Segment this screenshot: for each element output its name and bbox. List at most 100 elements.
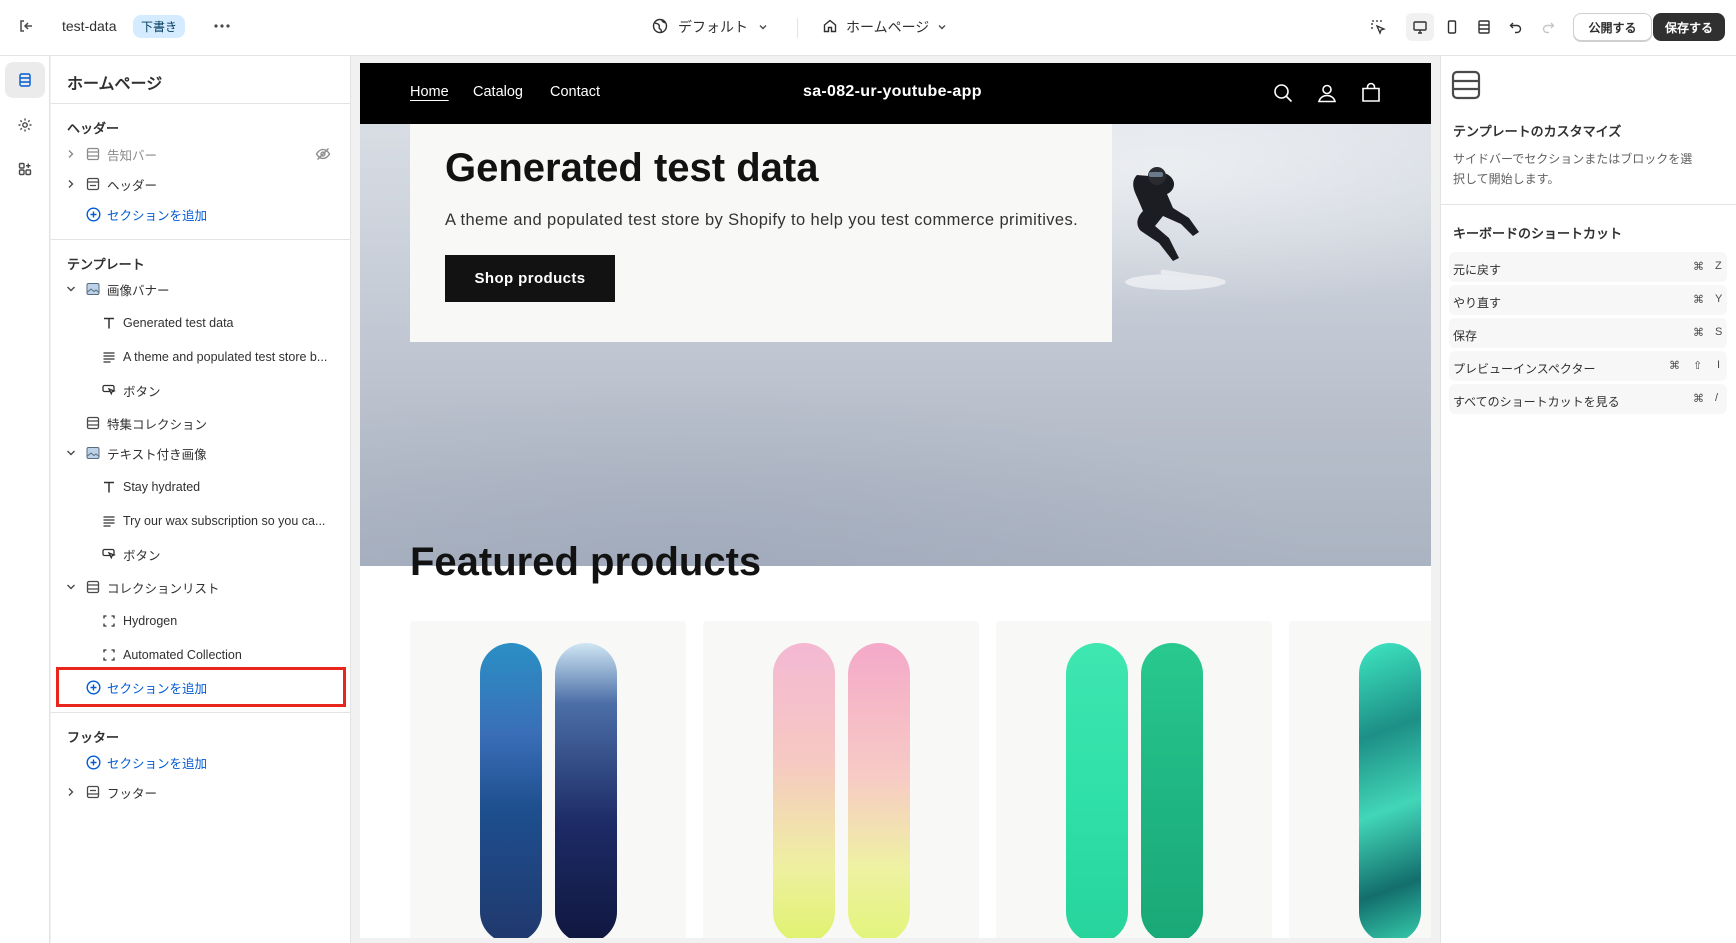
shortcut-key: ⌘ bbox=[1693, 393, 1704, 405]
mobile-view-icon[interactable] bbox=[1438, 13, 1466, 41]
search-icon[interactable] bbox=[1271, 81, 1295, 105]
top-bar: test-data 下書き デフォルト ホームページ 公開する 保存する bbox=[0, 0, 1736, 56]
snowboard-image bbox=[1141, 643, 1203, 938]
image-icon bbox=[85, 281, 101, 297]
shortcut-row: 元に戻す ⌘ Z bbox=[1449, 252, 1727, 282]
product-card[interactable] bbox=[410, 621, 686, 938]
shortcut-key: S bbox=[1715, 326, 1723, 338]
sections-icon[interactable] bbox=[5, 62, 45, 98]
sections-sidebar: ホームページ ヘッダー 告知バー ヘッダー セクションを追加 テンプレート 画像… bbox=[51, 56, 351, 943]
block-collection[interactable]: Hydrogen bbox=[51, 607, 351, 635]
block-label: Generated test data bbox=[123, 316, 234, 330]
text-heading-icon bbox=[101, 479, 117, 495]
add-section-header-button[interactable]: セクションを追加 bbox=[51, 200, 351, 228]
text-paragraph-icon bbox=[101, 513, 117, 529]
theme-selector[interactable]: デフォルト bbox=[652, 14, 768, 40]
divider bbox=[797, 18, 798, 38]
block-heading[interactable]: Generated test data bbox=[51, 309, 351, 337]
block-collection[interactable]: Automated Collection bbox=[51, 641, 351, 669]
section-label: フッター bbox=[107, 786, 158, 801]
shortcut-key: / bbox=[1715, 392, 1719, 404]
theme-selector-label: デフォルト bbox=[678, 19, 748, 35]
nav-link-home[interactable]: Home bbox=[410, 84, 449, 100]
save-button[interactable]: 保存する bbox=[1653, 13, 1725, 41]
block-text[interactable]: A theme and populated test store b... bbox=[51, 343, 351, 371]
nav-link-catalog[interactable]: Catalog bbox=[473, 84, 523, 100]
block-text[interactable]: Try our wax subscription so you ca... bbox=[51, 507, 351, 535]
sidebar-title: ホームページ bbox=[67, 76, 163, 93]
section-image-with-text[interactable]: テキスト付き画像 bbox=[51, 439, 351, 467]
section-footer[interactable]: フッター bbox=[51, 778, 351, 806]
divider bbox=[51, 239, 351, 240]
page-selector-label: ホームページ bbox=[846, 19, 930, 35]
hero-subheading: A theme and populated test store by Shop… bbox=[445, 211, 1079, 229]
icon-rail bbox=[0, 56, 50, 943]
highlight-annotation bbox=[56, 667, 346, 707]
chevron-right-icon[interactable] bbox=[64, 177, 78, 191]
block-heading[interactable]: Stay hydrated bbox=[51, 473, 351, 501]
block-label: Automated Collection bbox=[123, 648, 242, 662]
divider bbox=[1441, 204, 1736, 205]
shortcut-key: ⌘ bbox=[1693, 261, 1704, 273]
section-label: 告知バー bbox=[107, 148, 158, 163]
store-brand[interactable]: sa-082-ur-youtube-app bbox=[803, 83, 982, 101]
nav-link-contact[interactable]: Contact bbox=[550, 84, 600, 100]
chevron-down-icon bbox=[937, 19, 947, 35]
shortcut-label: 保存 bbox=[1453, 329, 1478, 343]
inspector-icon[interactable] bbox=[1364, 13, 1392, 41]
snowboard-image bbox=[1359, 643, 1421, 938]
plus-circle-icon bbox=[85, 754, 101, 770]
globe-icon bbox=[652, 18, 668, 37]
exit-icon[interactable] bbox=[14, 14, 38, 38]
block-button[interactable]: ボタン bbox=[51, 540, 351, 568]
cart-icon[interactable] bbox=[1359, 81, 1383, 105]
add-section-footer-button[interactable]: セクションを追加 bbox=[51, 748, 351, 776]
home-icon bbox=[822, 18, 838, 37]
featured-products-title: Featured products bbox=[410, 540, 762, 584]
redo-icon[interactable] bbox=[1534, 13, 1562, 41]
snowboard-image bbox=[1066, 643, 1128, 938]
section-announcement-bar[interactable]: 告知バー bbox=[51, 140, 351, 168]
section-icon bbox=[85, 579, 101, 595]
apps-icon[interactable] bbox=[5, 151, 45, 187]
chevron-right-icon[interactable] bbox=[64, 147, 78, 161]
snowboarder-image bbox=[1125, 167, 1226, 290]
footer-section-icon bbox=[85, 784, 101, 800]
shortcut-label: プレビューインスペクター bbox=[1453, 362, 1596, 376]
chevron-down-icon[interactable] bbox=[64, 282, 78, 296]
desktop-view-icon[interactable] bbox=[1406, 13, 1434, 41]
panel-title: テンプレートのカスタマイズ bbox=[1453, 124, 1622, 139]
account-icon[interactable] bbox=[1315, 81, 1339, 105]
shop-products-button[interactable]: Shop products bbox=[445, 255, 615, 302]
storefront-preview[interactable]: Home Catalog Contact sa-082-ur-youtube-a… bbox=[360, 63, 1431, 938]
gear-icon[interactable] bbox=[5, 107, 45, 143]
product-card[interactable] bbox=[996, 621, 1272, 938]
shortcut-key: ⌘ bbox=[1669, 360, 1680, 372]
block-button[interactable]: ボタン bbox=[51, 376, 351, 404]
shortcut-key: Z bbox=[1715, 260, 1722, 272]
eye-hidden-icon[interactable] bbox=[314, 145, 332, 163]
product-card[interactable] bbox=[703, 621, 979, 938]
section-featured-collection[interactable]: 特集コレクション bbox=[51, 409, 351, 437]
page-selector[interactable]: ホームページ bbox=[822, 14, 947, 40]
chevron-down-icon[interactable] bbox=[64, 446, 78, 460]
template-customize-icon bbox=[1451, 70, 1481, 103]
block-label: ボタン bbox=[123, 384, 161, 399]
undo-icon[interactable] bbox=[1502, 13, 1530, 41]
image-icon bbox=[85, 445, 101, 461]
block-label: Try our wax subscription so you ca... bbox=[123, 514, 326, 528]
chevron-down-icon[interactable] bbox=[64, 580, 78, 594]
chevron-right-icon[interactable] bbox=[64, 785, 78, 799]
product-card[interactable] bbox=[1289, 621, 1431, 938]
section-image-banner[interactable]: 画像バナー bbox=[51, 275, 351, 303]
more-options-icon[interactable] bbox=[210, 14, 234, 38]
footer-group-heading: フッター bbox=[67, 730, 120, 745]
plus-circle-icon bbox=[85, 206, 101, 222]
section-header[interactable]: ヘッダー bbox=[51, 170, 351, 198]
shortcuts-heading: キーボードのショートカット bbox=[1453, 226, 1623, 241]
section-collection-list[interactable]: コレクションリスト bbox=[51, 573, 351, 601]
shortcut-row: すべてのショートカットを見る ⌘ / bbox=[1449, 384, 1727, 414]
full-width-view-icon[interactable] bbox=[1470, 13, 1498, 41]
section-icon bbox=[85, 415, 101, 431]
publish-button[interactable]: 公開する bbox=[1573, 13, 1652, 41]
